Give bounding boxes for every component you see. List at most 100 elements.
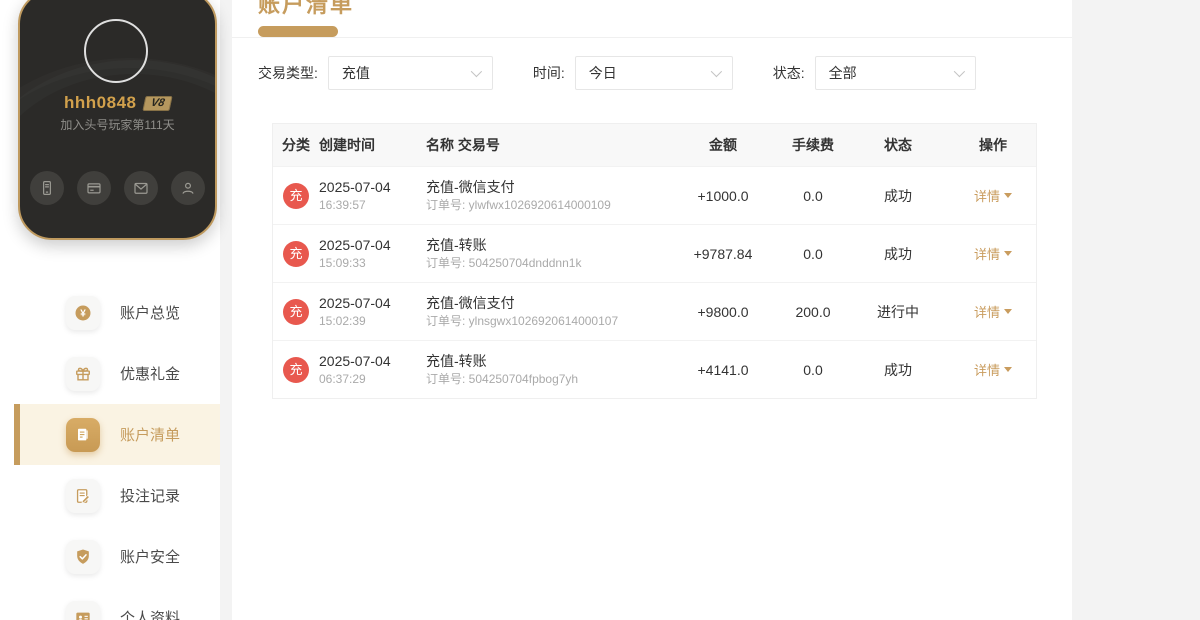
gift-icon [66, 356, 100, 391]
table-row: 充 2025-07-04 15:09:33 充值-转账 订单号: 5042507… [273, 224, 1036, 282]
transactions-table: 分类 创建时间 名称 交易号 金额 手续费 状态 操作 充 2025-07-04… [272, 123, 1037, 399]
sidebar-item-label: 优惠礼金 [120, 366, 181, 383]
header-created-time: 创建时间 [319, 137, 375, 153]
mobile-icon[interactable] [30, 171, 64, 205]
row-date: 2025-07-04 [319, 294, 391, 311]
time-select[interactable]: 今日 [574, 56, 733, 90]
row-amount: +4141.0 [697, 361, 749, 378]
row-name: 充值-转账 [426, 236, 487, 253]
row-time: 15:09:33 [319, 255, 366, 270]
transaction-type-value: 充值 [341, 65, 370, 81]
detail-label: 详情 [973, 363, 1000, 378]
header-action: 操作 [979, 137, 1007, 153]
header-divider [232, 37, 1072, 38]
row-fee: 0.0 [803, 187, 823, 204]
sidebar-item-label: 账户清单 [120, 427, 181, 444]
bank-card-icon[interactable] [77, 171, 111, 205]
row-time: 15:02:39 [319, 313, 366, 328]
username: hhh0848 [64, 93, 137, 112]
chevron-down-icon [710, 65, 722, 78]
row-fee: 200.0 [795, 303, 831, 320]
detail-link[interactable]: 详情 [974, 186, 1012, 205]
table-row: 充 2025-07-04 15:02:39 充值-微信支付 订单号: ylnsg… [273, 282, 1036, 340]
row-amount: +9787.84 [693, 245, 753, 262]
row-date: 2025-07-04 [319, 352, 391, 369]
detail-label: 详情 [973, 247, 1000, 262]
statement-icon [66, 417, 100, 452]
chevron-down-icon [470, 65, 482, 78]
shield-icon [66, 539, 100, 574]
caret-down-icon [1004, 309, 1012, 314]
sidebar-nav: ¥ 账户总览 优惠礼金 账户清单 投注记录 账户安全 个人资料 [0, 282, 220, 620]
coin-icon: ¥ [66, 295, 100, 330]
detail-label: 详情 [973, 189, 1000, 204]
header-name-txn: 名称 交易号 [426, 137, 500, 153]
quick-actions [20, 171, 215, 205]
svg-text:¥: ¥ [80, 308, 86, 319]
sidebar-item-personal-profile[interactable]: 个人资料 [0, 587, 220, 620]
detail-link[interactable]: 详情 [974, 302, 1012, 321]
sidebar-item-promotions[interactable]: 优惠礼金 [0, 343, 220, 404]
row-time: 06:37:29 [319, 371, 366, 386]
row-order-no: 订单号: 504250704dnddnn1k [426, 255, 582, 270]
status-value: 全部 [828, 65, 857, 81]
row-amount: +9800.0 [697, 303, 749, 320]
bet-records-icon [66, 478, 100, 513]
join-days-text: 加入头号玩家第111天 [60, 118, 175, 132]
row-status: 成功 [884, 187, 912, 204]
sidebar-item-label: 个人资料 [120, 610, 181, 620]
title-underline [258, 26, 338, 37]
time-value: 今日 [588, 65, 617, 81]
transaction-type-select[interactable]: 充值 [327, 56, 493, 90]
table-row: 充 2025-07-04 06:37:29 充值-转账 订单号: 5042507… [273, 340, 1036, 398]
detail-link[interactable]: 详情 [974, 360, 1012, 379]
recharge-badge: 充 [283, 182, 309, 209]
header-status: 状态 [884, 137, 912, 153]
sidebar-item-label: 账户安全 [120, 549, 181, 566]
row-fee: 0.0 [803, 361, 823, 378]
time-label: 时间: [532, 65, 565, 81]
detail-link[interactable]: 详情 [974, 244, 1012, 263]
header-amount: 金额 [709, 137, 737, 153]
contact-icon[interactable] [171, 171, 205, 205]
transaction-type-label: 交易类型: [258, 65, 318, 81]
sidebar-item-label: 投注记录 [120, 488, 181, 505]
row-order-no: 订单号: ylwfwx1026920614000109 [426, 197, 611, 212]
sidebar-item-account-statement[interactable]: 账户清单 [14, 404, 220, 465]
row-order-no: 订单号: ylnsgwx1026920614000107 [426, 313, 619, 328]
profile-card: hhh0848 V8 加入头号玩家第111天 [18, 0, 217, 240]
recharge-badge: 充 [283, 298, 309, 325]
table-row: 充 2025-07-04 16:39:57 充值-微信支付 订单号: ylwfw… [273, 166, 1036, 224]
caret-down-icon [1004, 367, 1012, 372]
row-fee: 0.0 [803, 245, 823, 262]
sidebar-item-label: 账户总览 [120, 305, 181, 322]
vip-level-badge: V8 [141, 95, 173, 111]
row-name: 充值-微信支付 [426, 178, 515, 195]
status-select[interactable]: 全部 [814, 56, 976, 90]
row-date: 2025-07-04 [319, 236, 391, 253]
account-page: hhh0848 V8 加入头号玩家第111天 ¥ 账户总览 优惠礼金 账户清单 … [0, 0, 1200, 620]
sidebar-item-account-overview[interactable]: ¥ 账户总览 [0, 282, 220, 343]
row-name: 充值-微信支付 [426, 294, 515, 311]
row-amount: +1000.0 [697, 187, 749, 204]
recharge-badge: 充 [283, 356, 309, 383]
header-category: 分类 [282, 137, 310, 153]
avatar[interactable] [84, 19, 148, 83]
header-fee: 手续费 [792, 137, 834, 153]
id-card-icon [66, 600, 100, 620]
row-order-no: 订单号: 504250704fpbog7yh [426, 371, 579, 386]
row-status: 进行中 [877, 303, 919, 320]
row-status: 成功 [884, 361, 912, 378]
caret-down-icon [1004, 193, 1012, 198]
sidebar: hhh0848 V8 加入头号玩家第111天 ¥ 账户总览 优惠礼金 账户清单 … [0, 0, 220, 620]
chevron-down-icon [953, 65, 965, 78]
table-header: 分类 创建时间 名称 交易号 金额 手续费 状态 操作 [273, 124, 1036, 166]
sidebar-item-bet-records[interactable]: 投注记录 [0, 465, 220, 526]
row-status: 成功 [884, 245, 912, 262]
caret-down-icon [1004, 251, 1012, 256]
row-time: 16:39:57 [319, 197, 366, 212]
sidebar-item-account-security[interactable]: 账户安全 [0, 526, 220, 587]
row-date: 2025-07-04 [319, 178, 391, 195]
mail-icon[interactable] [124, 171, 158, 205]
row-name: 充值-转账 [426, 352, 487, 369]
